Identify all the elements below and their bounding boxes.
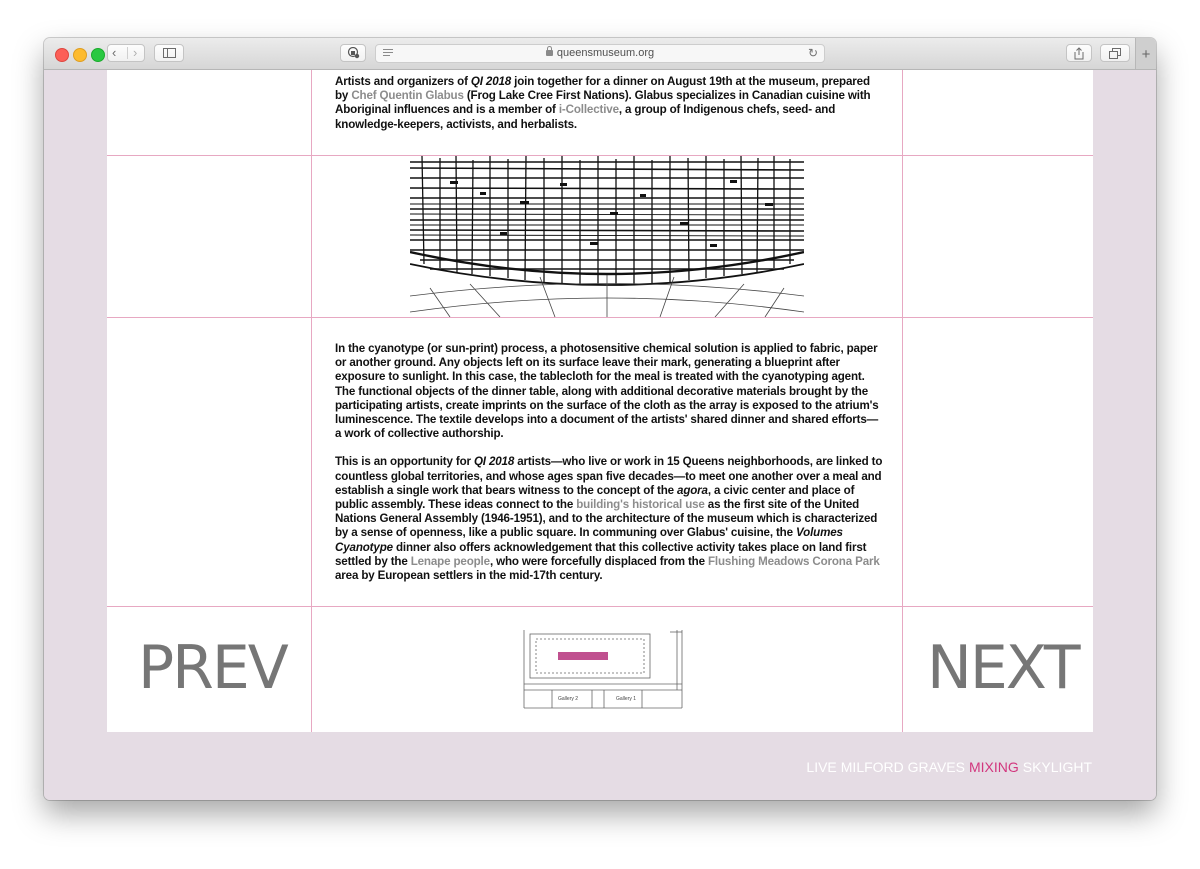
nav-item-mixing[interactable]: MIXING [969,759,1019,775]
text-emphasis: QI 2018 [470,75,512,88]
sidebar-icon [162,48,176,58]
historical-use-link[interactable]: building's historical use [576,498,705,511]
sidebar-button[interactable] [154,44,184,62]
back-icon[interactable]: ‹ [112,45,116,60]
share-button[interactable] [1066,44,1092,62]
reload-icon[interactable]: ↻ [808,46,818,60]
new-tab-button[interactable]: + [1135,38,1156,69]
lock-icon [545,46,553,56]
floor-plan-map: Gallery 2 Gallery 1 [523,630,683,709]
grid-line [107,606,1093,607]
text-run: area by European settlers in the mid-17t… [335,569,603,583]
browser-toolbar: ‹ › queensmuseum.org ↻ + [44,38,1156,70]
text-run: Artists and organizers of [335,75,471,88]
opportunity-paragraph: This is an opportunity for QI 2018 artis… [335,455,883,583]
section-nav: LIVE MILFORD GRAVES MIXING SKYLIGHT [802,759,1092,775]
body-text: In the cyanotype (or sun-print) process,… [335,342,883,597]
close-window-button[interactable] [55,48,69,62]
forward-icon[interactable]: › [133,45,137,60]
dinner-table-marker [558,652,608,660]
privacy-report-button[interactable] [340,44,366,62]
grid-line [311,70,312,732]
chef-link[interactable]: Chef Quentin Glabus [351,89,464,102]
gallery-2-label: Gallery 2 [558,696,578,702]
lenape-link[interactable]: Lenape people [411,555,490,568]
browser-window: ‹ › queensmuseum.org ↻ + Artists and org… [44,38,1156,800]
text-run: , who were forcefully displaced from the [489,554,708,568]
article-page: Artists and organizers of QI 2018 join t… [107,70,1093,732]
intro-paragraph: Artists and organizers of QI 2018 join t… [335,75,883,132]
text-run: This is an opportunity for [335,455,474,469]
text-emphasis: agora [677,483,708,497]
minimize-window-button[interactable] [73,48,87,62]
maximize-window-button[interactable] [91,48,105,62]
next-link[interactable]: NEXT [927,633,1080,703]
flushing-meadows-link[interactable]: Flushing Meadows Corona Park [708,555,880,568]
grid-line [107,317,1093,318]
i-collective-link[interactable]: i-Collective [559,103,619,116]
gallery-1-label: Gallery 1 [616,696,636,702]
nav-item-milford-graves[interactable]: MILFORD GRAVES [841,759,965,775]
tabs-overview-button[interactable] [1100,44,1130,62]
web-content: Artists and organizers of QI 2018 join t… [44,70,1156,800]
back-forward-control: ‹ › [107,44,145,62]
url-text: queensmuseum.org [556,47,655,59]
cyanotype-ceiling-drawing [410,156,804,317]
cyanotype-paragraph: In the cyanotype (or sun-print) process,… [335,342,879,441]
address-bar[interactable]: queensmuseum.org ↻ [375,44,825,63]
text-emphasis: QI 2018 [473,455,515,469]
privacy-icon [347,47,359,59]
nav-item-skylight[interactable]: SKYLIGHT [1023,759,1092,775]
tabs-icon [1109,47,1121,59]
segment-divider [127,47,128,59]
prev-link[interactable]: PREV [138,633,289,703]
grid-line [902,70,903,732]
nav-item-live[interactable]: LIVE [806,759,836,775]
share-icon [1074,46,1084,59]
